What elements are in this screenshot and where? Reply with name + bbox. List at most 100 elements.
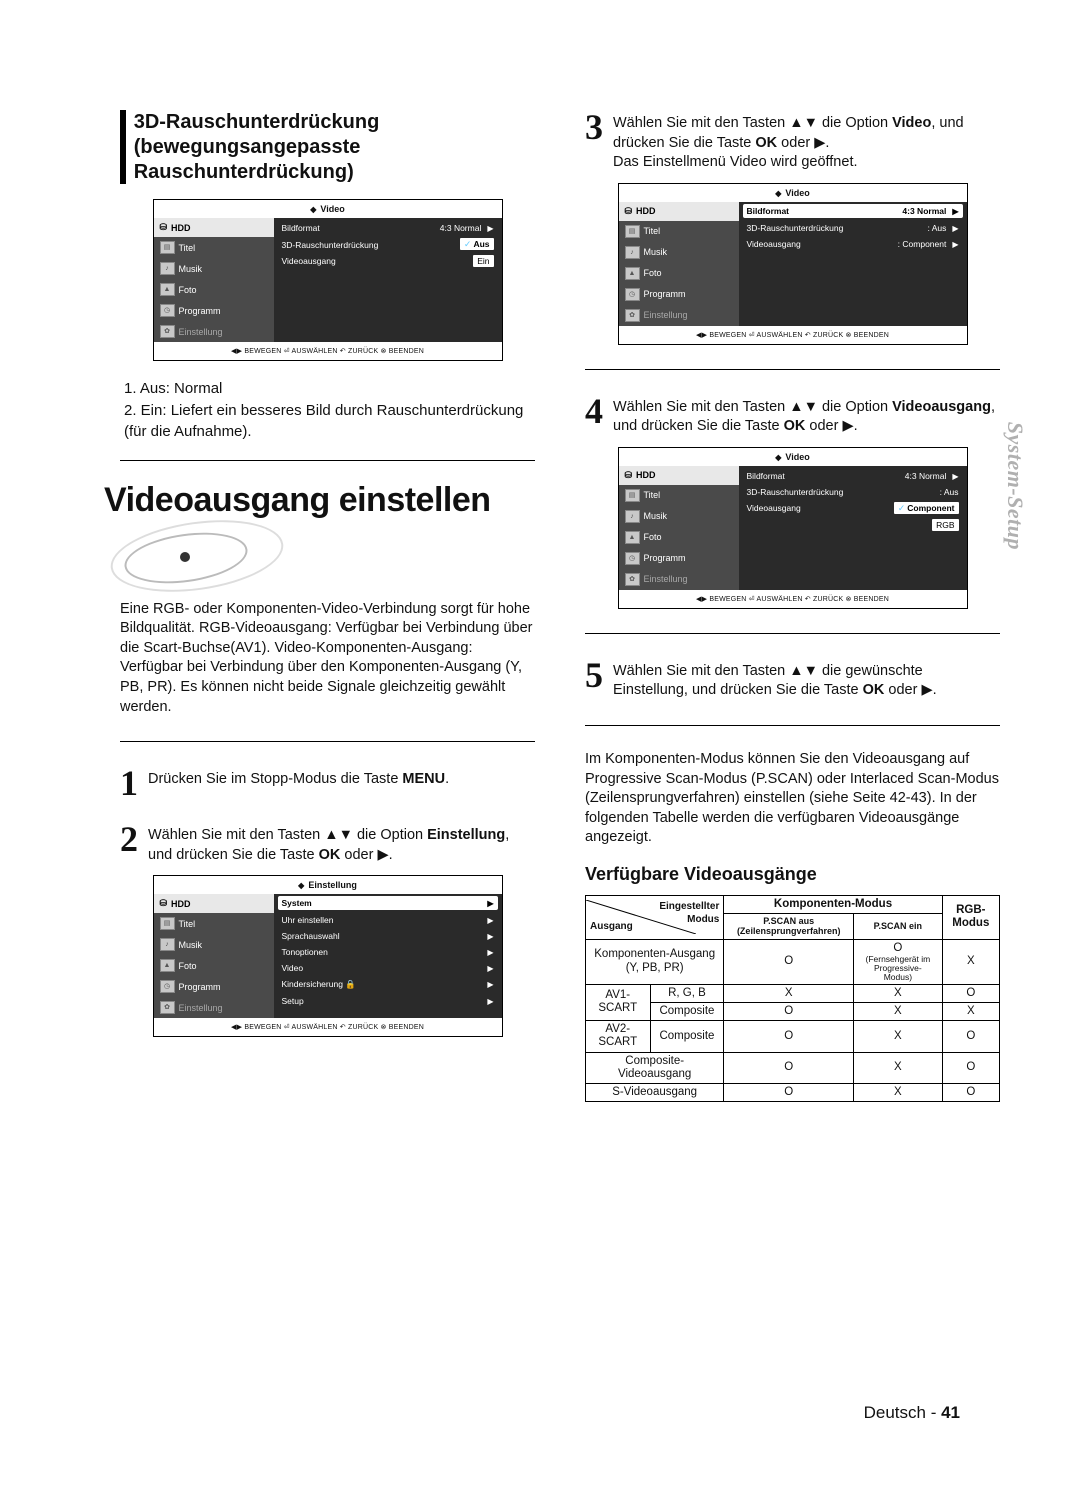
nav-titel: Titel (644, 226, 661, 236)
arrow-right-icon: ▶ (487, 980, 493, 989)
table-cell: X (724, 984, 854, 1002)
music-icon: ♪ (160, 262, 175, 275)
nav-hdd: HDD (636, 206, 656, 216)
osd-dropdown-opt: Aus (473, 239, 489, 249)
divider (585, 369, 1000, 370)
table-cell: X (854, 1052, 943, 1083)
arrow-right-icon: ▶ (487, 964, 493, 973)
divider (585, 633, 1000, 634)
outputs-table: Eingestellter Modus Ausgang Komponenten-… (585, 895, 1000, 1102)
music-icon: ♪ (160, 938, 175, 951)
table-cell: X (854, 1083, 943, 1101)
nav-hdd: HDD (171, 899, 191, 909)
nav-programm: Programm (179, 306, 221, 316)
table-header: P.SCAN ein (854, 913, 943, 939)
photo-icon: ▲ (160, 283, 175, 296)
table-cell: O (724, 939, 854, 984)
on-screen-menu-1: ◆Video ⛁HDD ▤Titel ♪Musik ▲Foto ◷Program… (153, 199, 503, 361)
table-row-label: Composite-Videoausgang (586, 1052, 724, 1083)
nav-foto: Foto (179, 961, 197, 971)
arrow-right-icon: ▶ (487, 899, 493, 908)
osd-footer-hint: ◀▶ BEWEGEN ⏎ AUSWÄHLEN ↶ ZURÜCK ⊗ BEENDE… (619, 590, 967, 608)
osd-row-label: Bildformat (282, 223, 440, 233)
nav-titel: Titel (179, 243, 196, 253)
nav-programm: Programm (644, 289, 686, 299)
diamond-icon: ◆ (775, 189, 781, 198)
osd-row-label: 3D-Rauschunterdrückung (747, 223, 928, 233)
table-diag-header: Eingestellter Modus Ausgang (586, 895, 724, 939)
osd-nav: ⛁HDD ▤Titel ♪Musik ▲Foto ◷Programm ✿Eins… (154, 894, 274, 1018)
list-icon: ▤ (625, 225, 640, 238)
osd-row-value: 4:3 Normal (902, 206, 946, 216)
step-5: 5 Wählen Sie mit den Tasten ▲▼ die gewün… (585, 658, 1000, 701)
table-row-label: Komponenten-Ausgang (Y, PB, PR) (586, 939, 724, 984)
outputs-subtitle: Verfügbare Videoausgänge (585, 864, 1000, 885)
arrow-right-icon: ▶ (952, 207, 958, 216)
osd-row-label: 3D-Rauschunterdrückung (282, 240, 460, 250)
section-title-bar (120, 110, 126, 184)
hdd-icon: ⛁ (160, 898, 168, 909)
step-key: Einstellung (427, 827, 505, 843)
table-cell: X (854, 984, 943, 1002)
osd-row-label: Videoausgang (747, 239, 898, 249)
osd-row-label: Tonoptionen (282, 947, 482, 957)
step-number: 5 (585, 658, 603, 692)
intro-paragraph: Eine RGB- oder Komponenten-Video-Verbind… (120, 600, 535, 717)
table-cell: O (724, 1002, 854, 1020)
table-cell: X (854, 1002, 943, 1020)
step-key: Videoausgang (892, 399, 991, 415)
table-row-sublabel: Composite (650, 1021, 724, 1052)
nav-titel: Titel (179, 919, 196, 929)
arrow-right-icon: ▶ (952, 240, 958, 249)
table-header: Komponenten-Modus (724, 895, 942, 913)
step-text: Wählen Sie mit den Tasten ▲▼ die Option (148, 827, 427, 843)
arrow-right-icon: ▶ (487, 932, 493, 941)
on-screen-menu-4: ◆Video ⛁HDD ▤Titel ♪Musik ▲Foto ◷Program… (618, 447, 968, 609)
osd-row-label: Kindersicherung 🔒 (282, 979, 482, 990)
step-text: oder ▶. (777, 135, 829, 151)
table-row-label: S-Videoausgang (586, 1083, 724, 1101)
table-cell: O (942, 1083, 999, 1101)
osd-row-label: Sprachauswahl (282, 931, 482, 941)
nav-foto: Foto (644, 532, 662, 542)
nav-hdd: HDD (171, 223, 191, 233)
music-icon: ♪ (625, 246, 640, 259)
gear-icon: ✿ (160, 1001, 175, 1014)
step-key: OK (755, 135, 777, 151)
nav-einstellung: Einstellung (644, 310, 688, 320)
step-1: 1 Drücken Sie im Stopp-Modus die Taste M… (120, 766, 535, 800)
divider (120, 460, 535, 461)
step-number: 4 (585, 394, 603, 428)
table-row-sublabel: Composite (650, 1002, 724, 1020)
divider (585, 725, 1000, 726)
topic-title: Videoausgang einstellen (104, 481, 535, 520)
page-footer: Deutsch - 41 (864, 1403, 960, 1423)
osd-header: Video (785, 452, 809, 462)
osd-nav: ⛁HDD ▤Titel ♪Musik ▲Foto ◷Programm ✿Eins… (619, 466, 739, 590)
section-title: 3D-Rauschunterdrückung (bewegungsangepas… (134, 110, 535, 185)
step-4: 4 Wählen Sie mit den Tasten ▲▼ die Optio… (585, 394, 1000, 437)
notes-list: 1. Aus: Normal 2. Ein: Liefert ein besse… (124, 379, 535, 442)
table-cell: O (724, 1052, 854, 1083)
nav-musik: Musik (644, 511, 668, 521)
osd-header: Video (320, 204, 344, 214)
photo-icon: ▲ (625, 531, 640, 544)
osd-dropdown-opt: Ein (477, 256, 489, 266)
table-row-label: AV1-SCART (586, 984, 651, 1020)
hdd-icon: ⛁ (625, 470, 633, 481)
arrow-right-icon: ▶ (487, 997, 493, 1006)
osd-row-value: : Aus (940, 487, 959, 497)
nav-musik: Musik (644, 247, 668, 257)
hdd-icon: ⛁ (160, 222, 168, 233)
table-cell: O (724, 1021, 854, 1052)
outputs-paragraph: Im Komponenten-Modus können Sie den Vide… (585, 750, 1000, 848)
step-text: Wählen Sie mit den Tasten ▲▼ die Option (613, 115, 892, 131)
arrow-right-icon: ▶ (487, 916, 493, 925)
table-row-label: AV2-SCART (586, 1021, 651, 1052)
osd-row-label: Videoausgang (747, 503, 894, 513)
step-3: 3 Wählen Sie mit den Tasten ▲▼ die Optio… (585, 110, 1000, 173)
section-title-block: 3D-Rauschunterdrückung (bewegungsangepas… (120, 110, 535, 185)
nav-programm: Programm (179, 982, 221, 992)
note-item: 1. Aus: Normal (124, 379, 535, 399)
gear-icon: ✿ (160, 325, 175, 338)
